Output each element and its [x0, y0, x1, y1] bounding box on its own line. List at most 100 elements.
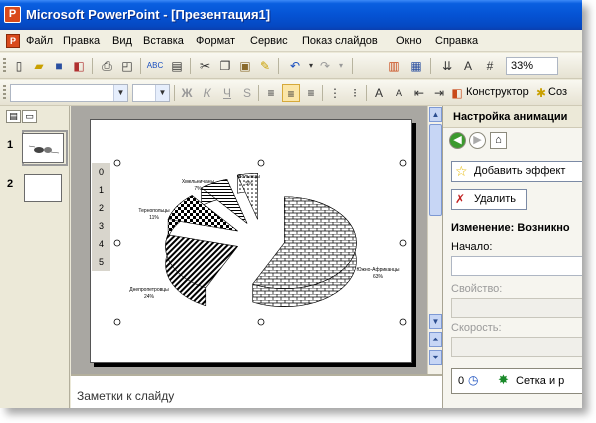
- font-name-combo[interactable]: ▼: [10, 84, 128, 102]
- table-column: [92, 163, 110, 271]
- menu-window[interactable]: Окно: [396, 35, 422, 47]
- outline-tab[interactable]: ▤: [6, 110, 21, 123]
- add-effect-button[interactable]: ☆ Добавить эффект: [451, 161, 582, 182]
- forward-icon[interactable]: ▶: [469, 132, 486, 149]
- notes-placeholder[interactable]: Заметки к слайду: [77, 389, 174, 403]
- print-preview-icon[interactable]: ◰: [118, 57, 136, 75]
- speed-select[interactable]: [451, 337, 582, 357]
- font-size-combo[interactable]: ▼: [132, 84, 170, 102]
- redo-dropdown-icon[interactable]: ▾: [332, 57, 350, 75]
- toolbar-grip[interactable]: [3, 85, 6, 101]
- insert-chart-icon[interactable]: ▥: [385, 57, 403, 75]
- slice-label: Тернопольцы: [138, 208, 170, 214]
- align-left-icon[interactable]: ≡: [262, 84, 280, 102]
- menu-format[interactable]: Формат: [196, 35, 235, 47]
- resize-handle[interactable]: [113, 318, 121, 326]
- cut-icon[interactable]: ✂: [196, 57, 214, 75]
- permission-icon[interactable]: ◧: [70, 57, 88, 75]
- resize-handle[interactable]: [257, 159, 265, 167]
- next-slide-icon[interactable]: ⏷: [429, 350, 442, 365]
- expand-all-icon[interactable]: ⇊: [438, 57, 456, 75]
- start-select[interactable]: [451, 256, 582, 276]
- research-icon[interactable]: ▤: [168, 57, 186, 75]
- task-pane-title[interactable]: Настройка анимации: [443, 106, 582, 128]
- insert-table-icon[interactable]: ▦: [407, 57, 425, 75]
- decrease-font-icon[interactable]: A: [390, 84, 408, 102]
- separator: [278, 58, 279, 74]
- table-row: 0: [99, 167, 104, 177]
- show-formatting-icon[interactable]: A: [459, 57, 477, 75]
- animation-list[interactable]: 0 ◷ ✸ Сетка и р: [451, 368, 582, 394]
- slice-label: Днепропетровцы: [129, 287, 169, 293]
- shadow-icon[interactable]: S: [238, 84, 256, 102]
- property-select[interactable]: [451, 298, 582, 318]
- design-icon[interactable]: ◧: [448, 84, 466, 102]
- underline-icon[interactable]: Ч: [218, 84, 236, 102]
- chevron-down-icon[interactable]: ▼: [113, 85, 127, 101]
- home-icon[interactable]: ⌂: [490, 132, 507, 149]
- resize-handle[interactable]: [113, 239, 121, 247]
- resize-handle[interactable]: [257, 318, 265, 326]
- separator: [92, 58, 93, 74]
- zoom-combo[interactable]: 33%: [506, 57, 558, 75]
- notes-pane[interactable]: Заметки к слайду: [71, 374, 442, 408]
- open-icon[interactable]: ▰: [30, 57, 48, 75]
- remove-button[interactable]: ✗ Удалить: [451, 189, 527, 210]
- menu-file[interactable]: Файл: [26, 35, 53, 47]
- powerpoint-app-icon[interactable]: P: [4, 6, 21, 23]
- new-icon[interactable]: ▯: [10, 57, 28, 75]
- slides-tab[interactable]: ▭: [22, 110, 37, 123]
- pie-chart[interactable]: 0 1 2 3 4 5 Южно-Африканцы 63% Днепропет…: [91, 120, 413, 364]
- copy-icon[interactable]: ❐: [216, 57, 234, 75]
- resize-handle[interactable]: [399, 318, 407, 326]
- numbering-icon[interactable]: ⋮: [326, 84, 344, 102]
- align-center-icon[interactable]: ≡: [282, 84, 300, 102]
- spelling-icon[interactable]: ABC: [146, 57, 164, 75]
- design-button[interactable]: Конструктор: [466, 86, 529, 98]
- save-icon[interactable]: ■: [50, 57, 68, 75]
- scroll-up-icon[interactable]: ▲: [429, 107, 442, 122]
- property-label: Свойство:: [451, 283, 503, 295]
- formatting-toolbar: ▼ ▼ Ж К Ч S ≡ ≡ ≡ ⋮ ⁝ A A ⇤ ⇥ ◧ Конструк…: [0, 80, 582, 106]
- resize-handle[interactable]: [399, 159, 407, 167]
- toolbar-grip[interactable]: [3, 58, 6, 74]
- decrease-indent-icon[interactable]: ⇤: [410, 84, 428, 102]
- menu-help[interactable]: Справка: [435, 35, 478, 47]
- menu-insert[interactable]: Вставка: [143, 35, 184, 47]
- data-table[interactable]: 0 1 2 3 4 5: [92, 163, 110, 271]
- previous-slide-icon[interactable]: ⏶: [429, 332, 442, 347]
- menu-edit[interactable]: Правка: [63, 35, 100, 47]
- vertical-scrollbar[interactable]: ▲ ▼ ⏶ ⏷: [427, 106, 442, 374]
- format-painter-icon[interactable]: ✎: [256, 57, 274, 75]
- slide-thumbnail-1[interactable]: [22, 133, 64, 163]
- paste-icon[interactable]: ▣: [236, 57, 254, 75]
- separator: [190, 58, 191, 74]
- slice-value: 11%: [149, 215, 159, 221]
- align-right-icon[interactable]: ≡: [302, 84, 320, 102]
- bullets-icon[interactable]: ⁝: [346, 84, 364, 102]
- new-slide-button[interactable]: Соз: [548, 86, 567, 98]
- menu-tools[interactable]: Сервис: [250, 35, 288, 47]
- scroll-thumb[interactable]: [429, 124, 442, 216]
- resize-handle[interactable]: [399, 239, 407, 247]
- increase-indent-icon[interactable]: ⇥: [430, 84, 448, 102]
- bold-icon[interactable]: Ж: [178, 84, 196, 102]
- slide-thumbnail-2[interactable]: [24, 174, 62, 202]
- print-icon[interactable]: ⎙: [98, 57, 116, 75]
- menu-view[interactable]: Вид: [112, 35, 132, 47]
- start-label: Начало:: [451, 241, 493, 253]
- back-icon[interactable]: ◀: [449, 132, 466, 149]
- current-slide[interactable]: 0 1 2 3 4 5 Южно-Африканцы 63% Днепропет…: [90, 119, 412, 363]
- title-bar[interactable]: P Microsoft PowerPoint - [Презентация1]: [0, 0, 582, 30]
- scroll-down-icon[interactable]: ▼: [429, 314, 442, 329]
- document-icon[interactable]: P: [6, 34, 20, 48]
- menu-slideshow[interactable]: Показ слайдов: [302, 35, 378, 47]
- italic-icon[interactable]: К: [198, 84, 216, 102]
- increase-font-icon[interactable]: A: [370, 84, 388, 102]
- list-item-label: Сетка и р: [516, 375, 565, 387]
- chevron-down-icon[interactable]: ▼: [155, 85, 169, 101]
- grid-icon[interactable]: #: [481, 57, 499, 75]
- resize-handle[interactable]: [113, 159, 121, 167]
- slice-value: 5%: [245, 181, 253, 187]
- separator: [366, 85, 367, 101]
